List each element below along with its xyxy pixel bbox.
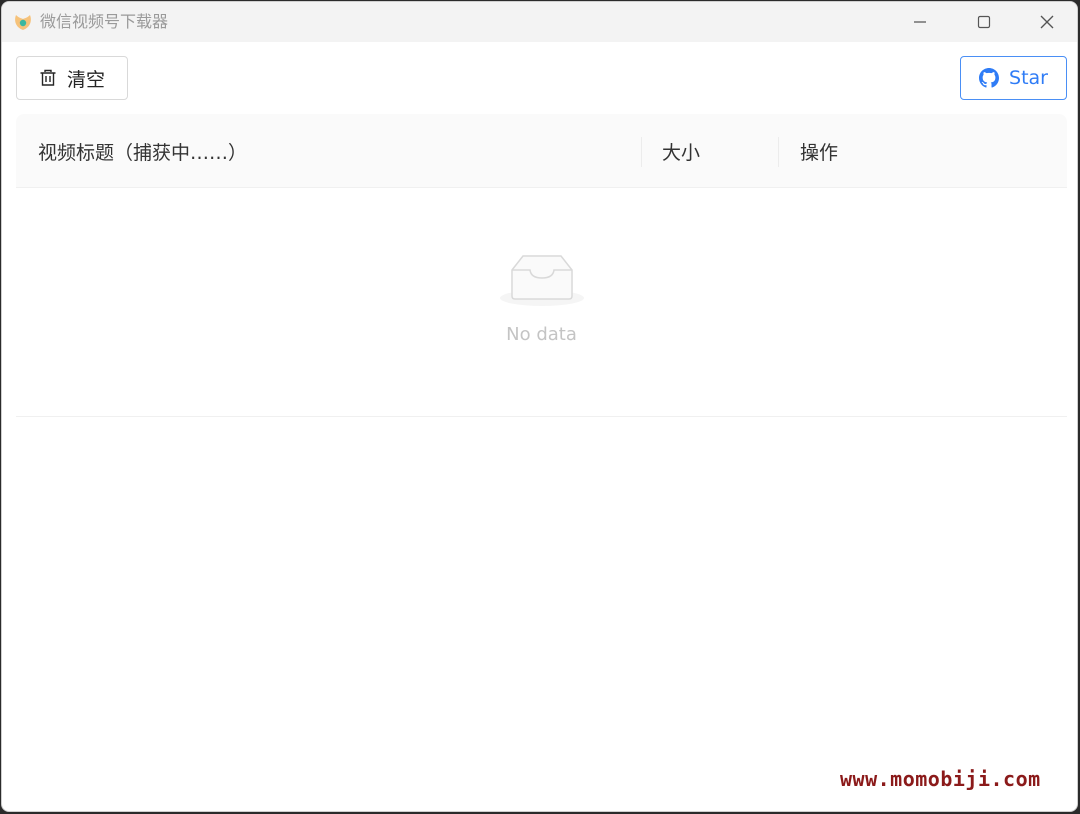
github-star-button[interactable]: Star bbox=[960, 56, 1067, 100]
video-table: 视频标题（捕获中……） 大小 操作 No data bbox=[16, 114, 1067, 417]
minimize-icon bbox=[914, 21, 926, 23]
column-divider bbox=[641, 137, 642, 167]
empty-inbox-icon bbox=[500, 255, 584, 306]
app-logo-icon bbox=[15, 15, 31, 30]
column-divider bbox=[778, 137, 779, 167]
github-icon bbox=[979, 68, 1000, 88]
close-icon bbox=[1040, 15, 1054, 29]
maximize-button[interactable] bbox=[952, 2, 1016, 42]
close-button[interactable] bbox=[1015, 2, 1077, 42]
empty-state: No data bbox=[16, 188, 1067, 417]
column-header-actions: 操作 bbox=[800, 141, 839, 164]
minimize-button[interactable] bbox=[888, 2, 952, 42]
table-header: 视频标题（捕获中……） 大小 操作 bbox=[16, 114, 1067, 188]
clear-button[interactable]: 清空 bbox=[16, 56, 128, 100]
trash-icon bbox=[40, 69, 56, 86]
watermark: www.momobiji.com bbox=[840, 767, 1041, 791]
maximize-icon bbox=[977, 15, 991, 29]
column-header-size: 大小 bbox=[662, 141, 701, 164]
column-header-title: 视频标题（捕获中……） bbox=[38, 141, 248, 164]
title-bar[interactable]: 微信视频号下载器 bbox=[2, 2, 1077, 42]
empty-text: No data bbox=[506, 324, 577, 345]
app-window: 微信视频号下载器 清空 Star 视频标题（捕获中……） 大小 操作 No da… bbox=[1, 1, 1078, 812]
window-title: 微信视频号下载器 bbox=[40, 12, 169, 31]
star-button-label: Star bbox=[1009, 67, 1048, 89]
clear-button-label: 清空 bbox=[66, 68, 105, 91]
